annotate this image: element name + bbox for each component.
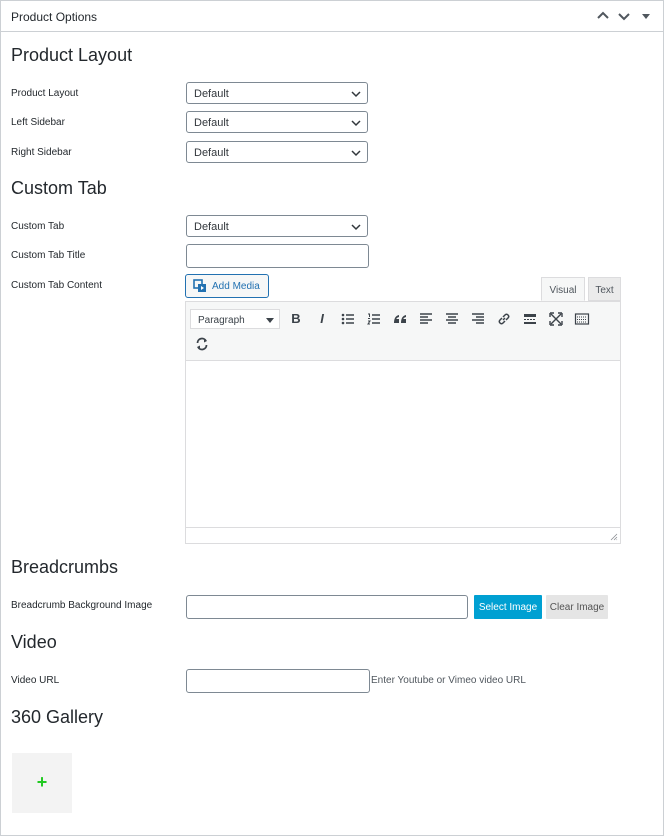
editor-statusbar <box>186 527 620 543</box>
tab-visual-label: Visual <box>549 285 577 296</box>
left-sidebar-select[interactable]: Default <box>186 111 368 133</box>
breadcrumb-image-label: Breadcrumb Background Image <box>11 600 153 611</box>
chevron-down-icon <box>351 120 361 127</box>
chevron-down-icon <box>351 150 361 157</box>
select-image-label: Select Image <box>478 602 538 613</box>
product-layout-select[interactable]: Default <box>186 82 368 104</box>
add-gallery-image-button[interactable]: + <box>12 753 72 813</box>
right-sidebar-value: Default <box>194 147 229 159</box>
clear-image-label: Clear Image <box>549 602 605 613</box>
move-up-icon[interactable] <box>595 8 611 24</box>
align-center-icon[interactable] <box>442 309 462 329</box>
toolbar-toggle-icon[interactable] <box>572 309 592 329</box>
caret-down-icon <box>266 318 274 323</box>
refresh-icon[interactable] <box>192 334 212 354</box>
video-url-input[interactable] <box>186 669 370 693</box>
tab-text-label: Text <box>595 285 614 296</box>
align-left-icon[interactable] <box>416 309 436 329</box>
numbered-list-icon[interactable] <box>364 309 384 329</box>
tab-text[interactable]: Text <box>588 277 621 301</box>
plus-icon: + <box>36 772 48 792</box>
read-more-icon[interactable] <box>520 309 540 329</box>
link-icon[interactable] <box>494 309 514 329</box>
product-layout-value: Default <box>194 88 229 100</box>
custom-tab-content-label: Custom Tab Content <box>11 280 102 291</box>
bold-icon[interactable]: B <box>286 309 306 329</box>
panel-title: Product Options <box>11 10 98 24</box>
fullscreen-icon[interactable] <box>546 309 566 329</box>
product-options-panel: Product Options Product Layout Product L… <box>0 0 664 836</box>
section-video: Video <box>11 632 57 652</box>
move-down-icon[interactable] <box>616 8 632 24</box>
left-sidebar-label: Left Sidebar <box>11 117 65 128</box>
video-url-hint: Enter Youtube or Vimeo video URL <box>371 675 526 686</box>
clear-image-button[interactable]: Clear Image <box>546 595 608 619</box>
format-value: Paragraph <box>198 315 245 326</box>
format-select[interactable]: Paragraph <box>190 309 280 329</box>
section-product-layout: Product Layout <box>11 45 133 65</box>
align-right-icon[interactable] <box>468 309 488 329</box>
right-sidebar-label: Right Sidebar <box>11 147 72 158</box>
custom-tab-select[interactable]: Default <box>186 215 368 237</box>
section-breadcrumbs: Breadcrumbs <box>11 557 119 577</box>
custom-tab-value: Default <box>194 221 229 233</box>
chevron-down-icon <box>351 91 361 98</box>
toggle-panel-icon[interactable] <box>638 8 654 24</box>
select-image-button[interactable]: Select Image <box>474 595 542 619</box>
chevron-down-icon <box>351 224 361 231</box>
tab-visual[interactable]: Visual <box>541 277 585 301</box>
section-360-gallery: 360 Gallery <box>11 707 104 727</box>
bulleted-list-icon[interactable] <box>338 309 358 329</box>
editor-toolbar: Paragraph B I <box>186 302 620 361</box>
left-sidebar-value: Default <box>194 117 229 129</box>
blockquote-icon[interactable] <box>390 309 410 329</box>
section-custom-tab: Custom Tab <box>11 178 107 198</box>
media-icon <box>193 279 206 292</box>
right-sidebar-select[interactable]: Default <box>186 141 368 163</box>
custom-tab-label: Custom Tab <box>11 221 65 232</box>
custom-tab-title-label: Custom Tab Title <box>11 250 86 261</box>
video-url-label: Video URL <box>11 675 60 686</box>
italic-icon[interactable]: I <box>312 309 332 329</box>
rich-text-editor: Paragraph B I <box>185 301 621 544</box>
panel-header: Product Options <box>1 1 663 32</box>
product-layout-label: Product Layout <box>11 88 79 99</box>
resize-grip-icon[interactable] <box>610 533 618 541</box>
custom-tab-title-input[interactable] <box>186 244 369 268</box>
add-media-label: Add Media <box>212 281 260 292</box>
editor-content-area[interactable] <box>186 361 620 528</box>
breadcrumb-image-input[interactable] <box>186 595 468 619</box>
add-media-button[interactable]: Add Media <box>185 274 269 298</box>
